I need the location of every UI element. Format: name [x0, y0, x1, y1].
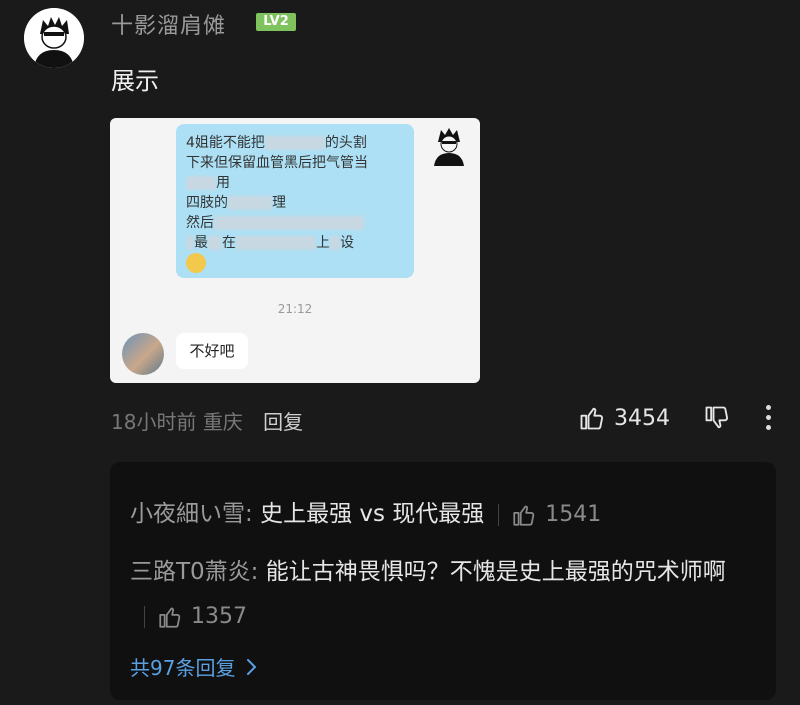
avatar-character-icon	[24, 8, 84, 68]
reply-item[interactable]: 小夜細い雪: 史上最强 vs 现代最强 1541	[130, 494, 601, 528]
more-options-button[interactable]	[766, 405, 771, 430]
like-button[interactable]: 3454	[578, 404, 670, 432]
reply-like-button[interactable]: 1357	[157, 595, 247, 639]
reply-item[interactable]: 三路T0萧炎: 能让古神畏惧吗？不愧是史上最强的咒术师啊 1357	[130, 550, 750, 639]
chat-fragment: 的头割	[324, 135, 367, 151]
comment-image[interactable]: 4姐能不能把 的头割 下来但保留血管黑后把气管当 用 四肢的 理 然后 最在 上设 2…	[110, 118, 480, 383]
blurred-text	[264, 136, 325, 150]
reply-like-button[interactable]: 1541	[511, 502, 601, 528]
reply-username[interactable]: 小夜細い雪:	[130, 501, 253, 527]
divider	[144, 605, 145, 628]
blurred-text	[214, 216, 364, 230]
chat-avatar-right-icon	[434, 128, 464, 166]
chat-line: 用	[216, 175, 230, 191]
chevron-right-icon	[247, 658, 257, 675]
blurred-text	[208, 236, 222, 250]
more-dot	[766, 425, 771, 430]
blurred-text	[330, 236, 340, 250]
comment-username[interactable]: 十影溜肩傩	[111, 8, 226, 40]
blurred-text	[228, 196, 272, 210]
comment-time: 18小时前	[111, 410, 197, 434]
comment-text: 展示	[111, 67, 159, 95]
reply-like-count: 1541	[545, 502, 602, 527]
reply-text: 史上最强 vs 现代最强	[260, 501, 485, 527]
chat-fragment: 上	[316, 235, 330, 251]
reply-button[interactable]: 回复	[263, 410, 303, 434]
chat-bubble-incoming: 不好吧	[176, 333, 248, 369]
total-replies-label: 共97条回复	[130, 656, 236, 680]
view-all-replies-link[interactable]: 共97条回复	[130, 652, 259, 681]
thumbs-up-icon	[159, 606, 181, 628]
blurred-text	[186, 236, 194, 250]
chat-line: 最	[194, 235, 208, 251]
blurred-text	[186, 176, 216, 190]
chat-line: 下来但保留血管黑后把气管当	[186, 155, 368, 171]
chat-line: 4姐能不能把	[186, 135, 265, 151]
chat-timestamp: 21:12	[277, 302, 313, 316]
more-dot	[766, 415, 771, 420]
chat-avatar-left	[122, 333, 164, 375]
chat-line: 然后	[186, 215, 214, 231]
comment-location: 重庆	[202, 410, 243, 434]
thumbs-up-icon	[513, 504, 535, 526]
divider	[498, 503, 500, 526]
thumbs-up-icon	[580, 407, 603, 430]
blurred-text	[236, 236, 316, 250]
more-dot	[766, 405, 771, 410]
thumbs-down-icon	[705, 406, 728, 429]
replies-panel: 小夜細い雪: 史上最强 vs 现代最强 1541 三路T0萧炎: 能让古神畏惧吗…	[110, 462, 776, 700]
chat-bubble-outgoing: 4姐能不能把 的头割 下来但保留血管黑后把气管当 用 四肢的 理 然后 最在 上设	[176, 124, 414, 278]
like-count: 3454	[614, 405, 670, 431]
emoji-icon	[186, 253, 206, 273]
level-badge: LV2	[256, 13, 296, 31]
dislike-button[interactable]	[703, 404, 731, 436]
comment-meta: 18小时前 重庆 回复	[111, 406, 303, 435]
chat-line: 四肢的	[186, 195, 228, 211]
reply-username[interactable]: 三路T0萧炎:	[130, 559, 258, 585]
reply-like-count: 1357	[191, 603, 247, 629]
reply-text: 能让古神畏惧吗？不愧是史上最强的咒术师啊	[265, 559, 726, 585]
user-avatar[interactable]	[24, 8, 84, 68]
chat-line: 在	[222, 235, 236, 251]
chat-fragment: 设	[340, 235, 354, 251]
chat-fragment: 理	[272, 195, 286, 211]
